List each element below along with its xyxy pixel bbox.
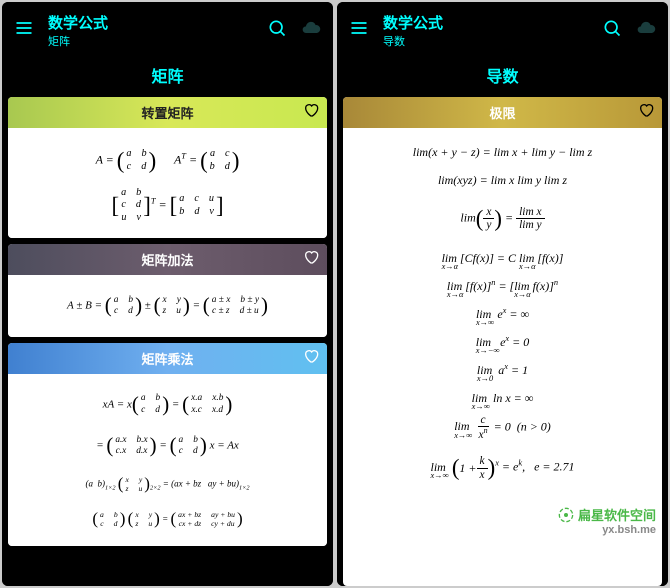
search-icon[interactable] [267,18,287,43]
formula: A = (abcd) AT = (acbd) [14,140,321,181]
formula: limx→−∞ ex = 0 [349,330,656,354]
formula: limx→α [Cf(x)] = C limx→α [f(x)] [349,246,656,270]
cloud-upload-icon[interactable] [636,18,656,43]
favorite-icon[interactable] [303,348,319,369]
card-addition: 矩阵加法 A ± B = (abcd) ± (xyzu) = (a ± xb ±… [8,244,327,337]
formula: lim(x + y − z) = lim x + lim y − lim z [349,140,656,164]
cloud-upload-icon[interactable] [301,18,321,43]
formula: (a b)1×2 (xyzu)2×2 = (ax + bz ay + bu)1×… [14,469,321,500]
app-subtitle: 导数 [383,33,588,49]
card-transpose: 转置矩阵 A = (abcd) AT = (acbd) [abcduv]T = … [8,97,327,238]
formula: [abcduv]T = [acubdv] [14,185,321,226]
card-body: A ± B = (abcd) ± (xyzu) = (a ± xb ± yc ±… [8,275,327,337]
formula: (abcd) (xyzu) = (ax + bzay + bucx + dzcy… [14,504,321,535]
card-header[interactable]: 矩阵乘法 [8,343,327,374]
title-block: 数学公式 导数 [383,12,588,49]
card-body: lim(x + y − z) = lim x + lim y − lim z l… [343,128,662,503]
appbar: 数学公式 矩阵 [2,2,333,57]
page-header: 导数 [337,57,668,97]
card-title: 矩阵加法 [18,250,317,269]
content-area: 极限 lim(x + y − z) = lim x + lim y − lim … [337,97,668,586]
favorite-icon[interactable] [303,249,319,270]
menu-icon[interactable] [349,18,369,43]
formula: limx→∞ ln x = ∞ [349,386,656,410]
formula: xA = x(abcd) = (x.ax.bx.cx.d) [14,386,321,424]
card-body: xA = x(abcd) = (x.ax.bx.cx.d) = (a.xb.xc… [8,374,327,547]
formula: lim(xy) = lim xlim y [349,196,656,242]
card-title: 极限 [353,103,652,122]
formula: limx→∞ cxn = 0 (n > 0) [349,414,656,442]
card-title: 矩阵乘法 [18,349,317,368]
phone-left: 数学公式 矩阵 矩阵 转置矩阵 A = (abcd) AT = ( [2,2,333,586]
app-title: 数学公式 [48,12,253,33]
formula: limx→∞ ex = ∞ [349,302,656,326]
app-title: 数学公式 [383,12,588,33]
card-header[interactable]: 转置矩阵 [8,97,327,128]
card-header[interactable]: 矩阵加法 [8,244,327,275]
formula: limx→0 ax = 1 [349,358,656,382]
page-header: 矩阵 [2,57,333,97]
formula: = (a.xb.xc.xd.x) = (abcd) x = Ax [14,427,321,465]
title-block: 数学公式 矩阵 [48,12,253,49]
card-body: A = (abcd) AT = (acbd) [abcduv]T = [acub… [8,128,327,238]
app-subtitle: 矩阵 [48,33,253,49]
card-limits: 极限 lim(x + y − z) = lim x + lim y − lim … [343,97,662,586]
favorite-icon[interactable] [303,102,319,123]
appbar: 数学公式 导数 [337,2,668,57]
card-multiplication: 矩阵乘法 xA = x(abcd) = (x.ax.bx.cx.d) = (a.… [8,343,327,547]
menu-icon[interactable] [14,18,34,43]
search-icon[interactable] [602,18,622,43]
phone-right: 数学公式 导数 导数 极限 lim(x + y − z) = lim x + l… [337,2,668,586]
formula: limx→α [f(x)]n = [limx→α f(x)]n [349,274,656,298]
card-title: 转置矩阵 [18,103,317,122]
favorite-icon[interactable] [638,102,654,123]
content-area: 转置矩阵 A = (abcd) AT = (acbd) [abcduv]T = … [2,97,333,586]
card-header[interactable]: 极限 [343,97,662,128]
formula: lim(xyz) = lim x lim y lim z [349,168,656,192]
formula: A ± B = (abcd) ± (xyzu) = (a ± xb ± yc ±… [14,287,321,325]
formula: limx→∞ (1 + kx)x = ek, e = 2.71 [349,445,656,491]
